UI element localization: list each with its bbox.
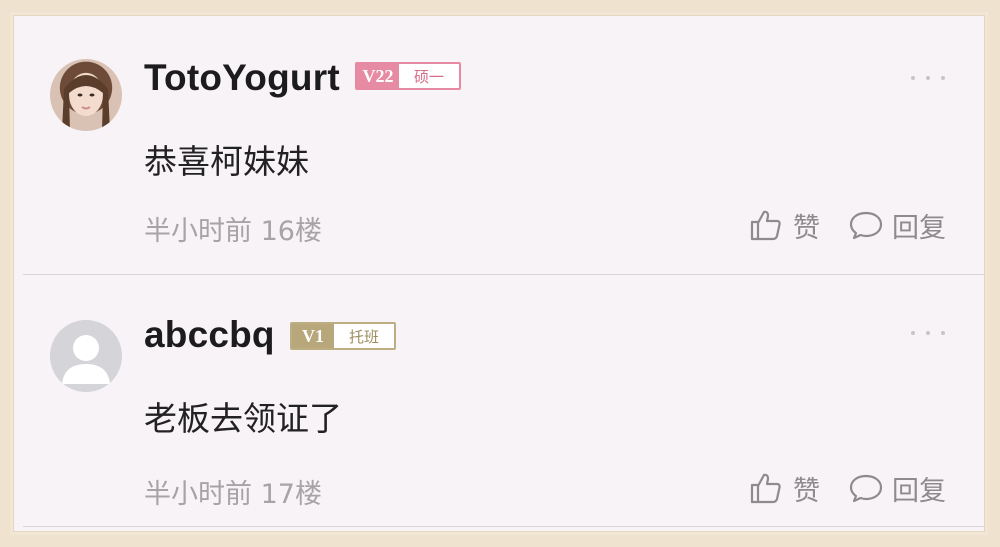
default-user-icon [50,320,122,392]
username[interactable]: TotoYogurt [144,57,340,99]
comment-text: 老板去领证了 [144,399,342,438]
level-badge: V1 托班 [290,322,396,350]
more-dots-icon[interactable] [911,73,945,83]
thumbs-up-icon [750,210,781,241]
comment-time: 半小时前 [144,216,252,247]
more-dots-icon[interactable] [911,328,945,338]
reply-label: 回复 [892,212,946,244]
comment-meta: 半小时前 17楼 [144,472,322,511]
level-badge: V22 硕一 [355,62,461,90]
like-label: 赞 [793,212,820,244]
divider [23,526,985,527]
like-button[interactable]: 赞 [749,205,820,245]
avatar-photo-icon [62,74,110,131]
like-label: 赞 [793,475,820,507]
comment-floor: 17楼 [260,479,322,510]
level-title: 硕一 [399,64,459,88]
comment-item: TotoYogurt V22 硕一 恭喜柯妹妹 半小时前 16楼 赞 回复 [13,15,985,275]
reply-button[interactable]: 回复 [848,205,946,245]
comment-text: 恭喜柯妹妹 [144,142,309,181]
comment-list: TotoYogurt V22 硕一 恭喜柯妹妹 半小时前 16楼 赞 回复 ab… [10,12,988,535]
speech-bubble-icon [849,211,883,240]
speech-bubble-icon [849,474,883,503]
level-number: V22 [357,64,399,88]
comment-time: 半小时前 [144,479,252,510]
comment-item: abccbq V1 托班 老板去领证了 半小时前 17楼 赞 回复 [13,276,985,532]
comment-floor: 16楼 [260,216,322,247]
thumbs-up-icon [750,473,781,504]
reply-button[interactable]: 回复 [848,468,946,508]
level-number: V1 [292,324,334,348]
like-button[interactable]: 赞 [749,468,820,508]
divider [23,274,985,275]
user-avatar[interactable] [50,320,122,392]
username[interactable]: abccbq [144,314,275,356]
reply-label: 回复 [892,475,946,507]
comment-meta: 半小时前 16楼 [144,209,322,248]
level-title: 托班 [334,324,394,348]
user-avatar[interactable] [50,59,122,131]
